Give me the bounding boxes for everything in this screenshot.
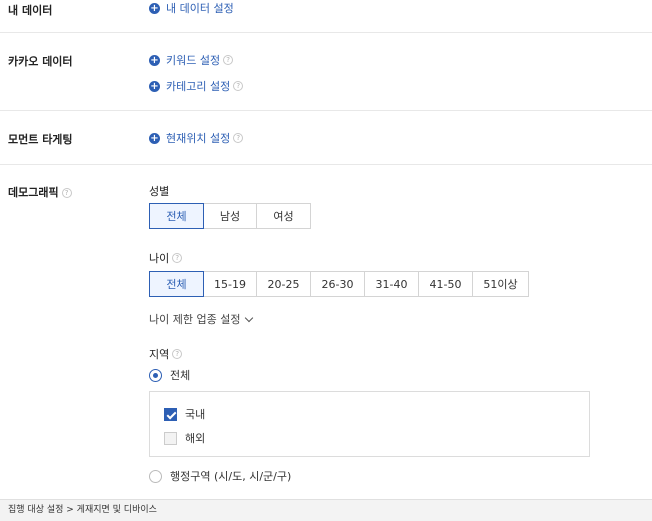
keyword-settings-link[interactable]: + 키워드 설정 ? (149, 52, 234, 68)
section-kakao-data: 카카오 데이터 + 키워드 설정 ? + 카테고리 설정 ? (0, 33, 652, 111)
gender-segmented-control: 전체 남성 여성 (149, 203, 311, 229)
kakao-data-label: 카카오 데이터 (8, 55, 73, 68)
age-option-all[interactable]: 전체 (149, 271, 204, 297)
region-all-label: 전체 (170, 369, 191, 382)
moment-targeting-label: 모먼트 타게팅 (8, 133, 73, 146)
age-title: 나이? (149, 250, 183, 266)
help-icon[interactable]: ? (233, 81, 244, 91)
checkbox-disabled-icon (164, 431, 177, 445)
footer-breadcrumb: 집행 대상 설정 > 게재지면 및 디바이스 (0, 499, 652, 521)
my-data-label: 내 데이터 (8, 4, 53, 17)
gender-option-male[interactable]: 남성 (203, 203, 257, 229)
overseas-label: 해외 (185, 432, 206, 445)
checkbox-checked-icon (164, 407, 177, 421)
age-option-26-30[interactable]: 26-30 (310, 271, 365, 297)
age-option-51-plus[interactable]: 51이상 (472, 271, 529, 297)
age-segmented-control: 전체 15-19 20-25 26-30 31-40 41-50 51이상 (149, 271, 529, 297)
plus-circle-icon: + (149, 80, 160, 92)
gender-option-female[interactable]: 여성 (256, 203, 311, 229)
demographic-label-text: 데모그래픽 (8, 186, 59, 199)
radio-selected-icon (149, 368, 162, 382)
help-icon[interactable]: ? (233, 133, 244, 143)
age-restriction-label: 나이 제한 업종 설정 (149, 313, 241, 326)
section-moment-targeting: 모먼트 타게팅 + 현재위치 설정 ? (0, 111, 652, 165)
region-title: 지역? (149, 346, 183, 362)
age-option-20-25[interactable]: 20-25 (256, 271, 311, 297)
domestic-checkbox-row[interactable]: 국내 (164, 406, 205, 422)
region-radio-all[interactable]: 전체 (149, 367, 190, 383)
current-location-settings-link[interactable]: + 현재위치 설정 ? (149, 130, 244, 146)
help-icon[interactable]: ? (61, 188, 72, 198)
region-scope-box: 국내 해외 (149, 391, 590, 457)
age-title-text: 나이 (149, 252, 170, 265)
age-restriction-toggle[interactable]: 나이 제한 업종 설정 (149, 311, 254, 327)
help-icon[interactable]: ? (172, 349, 183, 359)
domestic-label: 국내 (185, 408, 206, 421)
age-option-15-19[interactable]: 15-19 (203, 271, 257, 297)
plus-circle-icon: + (149, 132, 160, 144)
my-data-settings-label: 내 데이터 설정 (166, 2, 234, 15)
gender-title: 성별 (149, 185, 170, 198)
region-radio-admin[interactable]: 행정구역 (시/도, 시/군/구) (149, 468, 291, 484)
help-icon[interactable]: ? (172, 253, 183, 263)
category-settings-link[interactable]: + 카테고리 설정 ? (149, 78, 244, 94)
section-my-data: 내 데이터 + 내 데이터 설정 (0, 0, 652, 33)
keyword-settings-label: 키워드 설정 (166, 54, 221, 67)
my-data-settings-link[interactable]: + 내 데이터 설정 (149, 0, 234, 16)
category-settings-label: 카테고리 설정 (166, 80, 231, 93)
overseas-checkbox-row[interactable]: 해외 (164, 430, 205, 446)
age-option-41-50[interactable]: 41-50 (418, 271, 473, 297)
gender-option-all[interactable]: 전체 (149, 203, 204, 229)
current-location-settings-label: 현재위치 설정 (166, 132, 231, 145)
age-option-31-40[interactable]: 31-40 (364, 271, 419, 297)
region-title-text: 지역 (149, 348, 170, 361)
plus-circle-icon: + (149, 54, 160, 66)
demographic-label: 데모그래픽? (8, 184, 72, 200)
help-icon[interactable]: ? (223, 55, 234, 65)
region-admin-label: 행정구역 (시/도, 시/군/구) (170, 470, 292, 483)
radio-unselected-icon (149, 469, 162, 483)
chevron-down-icon (245, 313, 254, 322)
plus-circle-icon: + (149, 2, 160, 14)
